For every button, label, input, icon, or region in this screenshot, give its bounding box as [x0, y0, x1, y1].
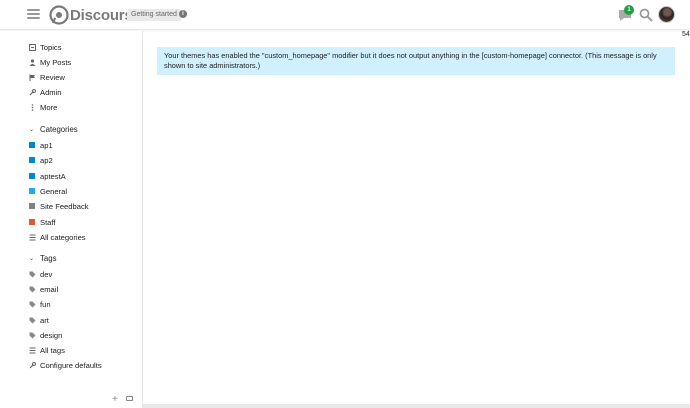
sidebar-configure-defaults[interactable]: Configure defaults: [29, 359, 102, 371]
category-color-swatch: [29, 142, 35, 148]
edge-number: 54: [682, 31, 690, 38]
topics-icon: [29, 43, 36, 51]
sidebar-item-label: Admin: [40, 87, 62, 97]
tags-title: Tags: [40, 253, 57, 263]
categories-title: Categories: [40, 124, 78, 134]
notification-badge: 1: [624, 5, 634, 15]
tag-icon: [29, 332, 36, 338]
sidebar-item-review[interactable]: Review: [29, 71, 65, 83]
sidebar-category-site-feedback[interactable]: Site Feedback: [29, 200, 89, 212]
sidebar-all-categories[interactable]: All categories: [29, 231, 86, 243]
sidebar-item-label: Configure defaults: [40, 360, 102, 370]
sidebar-tag-dev[interactable]: dev: [29, 268, 52, 280]
tag-icon: [29, 286, 36, 292]
sidebar-item-admin[interactable]: Admin: [29, 86, 62, 98]
wrench-icon: [29, 361, 36, 368]
sidebar-item-label: fun: [40, 299, 51, 309]
sidebar-item-topics[interactable]: Topics: [29, 41, 62, 53]
sidebar-item-label: All categories: [40, 232, 86, 242]
sidebar-tag-fun[interactable]: fun: [29, 298, 51, 310]
search-icon[interactable]: [639, 8, 653, 22]
sidebar-category-ap1[interactable]: ap1: [29, 139, 53, 151]
sidebar-item-label: More: [40, 102, 58, 112]
flag-icon: [29, 74, 35, 81]
sidebar-item-label: Site Feedback: [40, 201, 89, 211]
tag-icon: [29, 317, 36, 323]
sidebar-item-label: ap2: [40, 155, 53, 165]
sidebar-item-label: design: [40, 330, 63, 340]
sidebar: Topics My Posts Review Admin More ⌄ Cate…: [0, 31, 143, 408]
more-vertical-icon: [31, 103, 34, 111]
tag-icon: [29, 301, 36, 307]
category-color-swatch: [29, 188, 35, 194]
bottom-scrollbar[interactable]: [143, 404, 690, 408]
list-icon: [29, 347, 36, 353]
sidebar-item-label: Topics: [40, 42, 62, 52]
category-color-swatch: [29, 173, 35, 179]
user-icon: [29, 58, 36, 66]
sidebar-item-label: aptestA: [40, 171, 66, 181]
sidebar-footer: +: [0, 390, 142, 408]
sidebar-item-label: My Posts: [40, 57, 72, 67]
add-section-icon[interactable]: +: [112, 394, 118, 405]
discourse-logo-icon: [49, 5, 69, 25]
user-avatar[interactable]: [658, 6, 675, 23]
category-color-swatch: [29, 157, 35, 163]
sidebar-category-general[interactable]: General: [29, 185, 67, 197]
sidebar-tag-email[interactable]: email: [29, 283, 58, 295]
sidebar-tag-art[interactable]: art: [29, 314, 49, 326]
keyboard-shortcuts-icon[interactable]: [126, 396, 133, 401]
lock-category-icon: [29, 219, 35, 225]
sidebar-item-label: Staff: [40, 217, 56, 227]
sidebar-category-ap2[interactable]: ap2: [29, 154, 53, 166]
tag-icon: [29, 271, 36, 277]
sidebar-item-more[interactable]: More: [29, 101, 57, 113]
chevron-down-icon: ⌄: [29, 255, 35, 262]
sidebar-item-label: General: [40, 186, 68, 196]
info-icon[interactable]: i: [179, 10, 187, 18]
site-header: Discourse Getting started i 1: [0, 0, 690, 30]
chevron-down-icon: ⌄: [29, 126, 35, 133]
categories-section-toggle[interactable]: ⌄ Categories: [29, 123, 78, 135]
sidebar-item-label: ap1: [40, 140, 53, 150]
tags-section-toggle[interactable]: ⌄ Tags: [29, 252, 56, 264]
sidebar-tag-design[interactable]: design: [29, 329, 62, 341]
custom-homepage-warning-banner: Your themes has enabled the "custom_home…: [157, 47, 675, 75]
list-icon: [29, 234, 36, 240]
sidebar-item-my-posts[interactable]: My Posts: [29, 56, 71, 68]
wrench-icon: [29, 88, 36, 95]
sidebar-category-staff[interactable]: Staff: [29, 216, 55, 228]
sidebar-category-aptesta[interactable]: aptestA: [29, 170, 66, 182]
sidebar-item-label: All tags: [40, 345, 65, 355]
sidebar-item-label: Review: [40, 72, 65, 82]
sidebar-item-label: art: [40, 315, 49, 325]
sidebar-item-label: dev: [40, 269, 53, 279]
hamburger-menu-icon[interactable]: [27, 8, 40, 20]
sidebar-item-label: email: [40, 284, 59, 294]
category-color-swatch: [29, 203, 35, 209]
getting-started-badge[interactable]: Getting started: [127, 9, 181, 21]
sidebar-all-tags[interactable]: All tags: [29, 344, 65, 356]
